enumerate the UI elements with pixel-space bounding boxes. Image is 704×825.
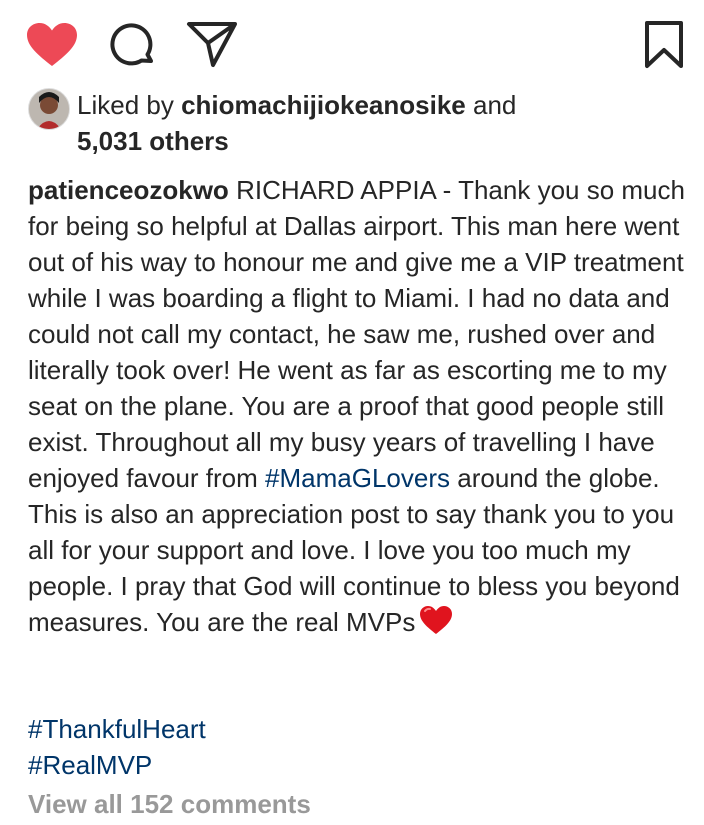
liked-by-line: Liked by chiomachijiokeanosike and — [77, 87, 516, 123]
hashtag-realmvp[interactable]: #RealMVP — [28, 747, 206, 783]
caption-text-part1: RICHARD APPIA - Thank you so much for be… — [28, 175, 685, 493]
view-all-comments-link[interactable]: View all 152 comments — [28, 786, 311, 822]
likes-others-link[interactable]: 5,031 others — [77, 123, 229, 159]
hashtag-thankfulheart[interactable]: #ThankfulHeart — [28, 711, 206, 747]
likes-summary: Liked by chiomachijiokeanosike and 5,031… — [28, 84, 688, 156]
comment-bubble-icon[interactable] — [108, 21, 156, 69]
bookmark-icon[interactable] — [644, 20, 684, 70]
heart-filled-icon[interactable] — [26, 22, 78, 68]
post-caption: patienceozokwo RICHARD APPIA - Thank you… — [28, 172, 692, 640]
action-bar — [0, 0, 704, 80]
liked-by-user-link[interactable]: chiomachijiokeanosike — [181, 90, 466, 120]
avatar-image — [29, 89, 69, 129]
hashtag-mamaglovers[interactable]: #MamaGLovers — [265, 463, 450, 493]
send-paper-plane-icon[interactable] — [186, 20, 238, 68]
author-username[interactable]: patienceozokwo — [28, 175, 229, 205]
liked-by-conjunction: and — [472, 90, 517, 120]
liked-by-prefix: Liked by — [77, 90, 174, 120]
hashtag-list: #ThankfulHeart #RealMVP — [28, 711, 206, 783]
red-heart-emoji-icon — [420, 606, 453, 634]
avatar[interactable] — [28, 88, 70, 130]
